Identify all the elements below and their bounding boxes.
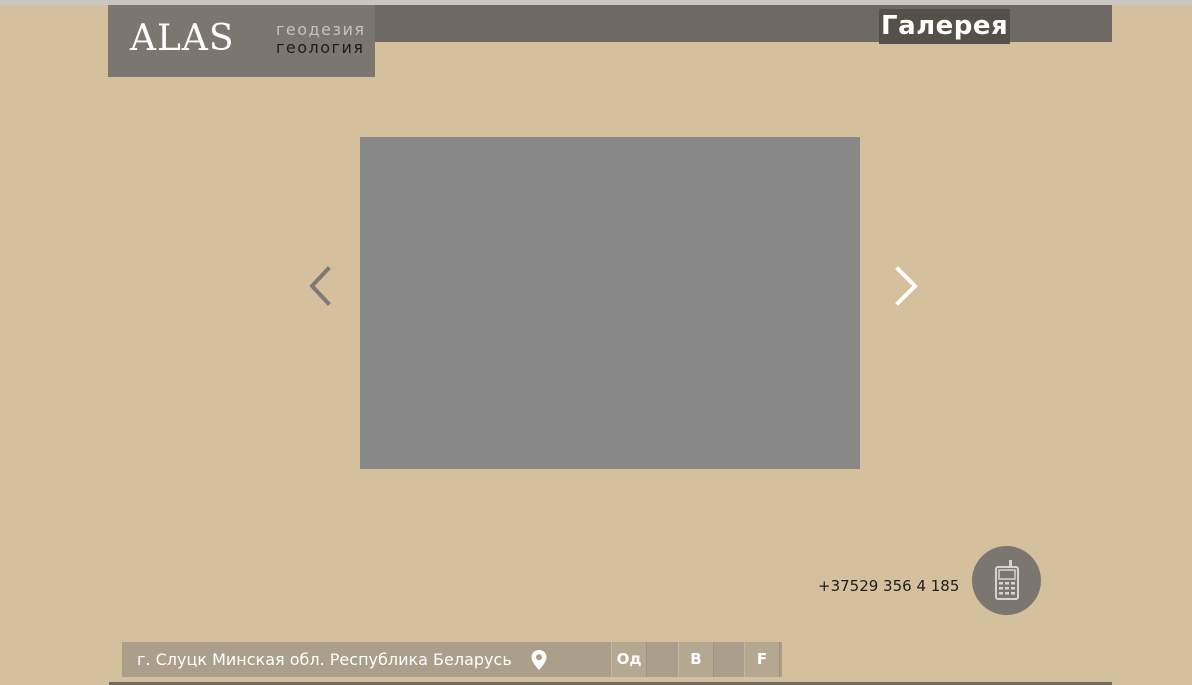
logo-tagline-geology: геология [276, 38, 365, 57]
address-text: г. Слуцк Минская обл. Республика Беларус… [137, 650, 512, 669]
page: ALAS геодезия геология Галерея +37529 35… [0, 0, 1192, 685]
gallery-next-button[interactable] [887, 261, 927, 311]
map-pin-icon[interactable] [530, 649, 548, 675]
gallery-prev-button[interactable] [302, 261, 342, 311]
footer-bar: г. Слуцк Минская обл. Республика Беларус… [122, 642, 782, 677]
chevron-right-icon [895, 266, 918, 306]
mobile-phone-icon [995, 560, 1019, 600]
phone-number[interactable]: +37529 356 4 185 [818, 575, 959, 597]
logo[interactable]: ALAS геодезия геология [108, 5, 375, 77]
logo-text: ALAS [130, 18, 235, 59]
odnoklassniki-button[interactable]: Од [611, 642, 647, 677]
page-title: Галерея [879, 9, 1011, 44]
phone-button[interactable] [972, 546, 1041, 615]
logo-tagline-geodesy: геодезия [276, 20, 366, 39]
vkontakte-button[interactable]: В [678, 642, 714, 677]
gallery-image [360, 137, 860, 469]
facebook-button[interactable]: F [744, 642, 780, 677]
chevron-left-icon [309, 266, 331, 306]
